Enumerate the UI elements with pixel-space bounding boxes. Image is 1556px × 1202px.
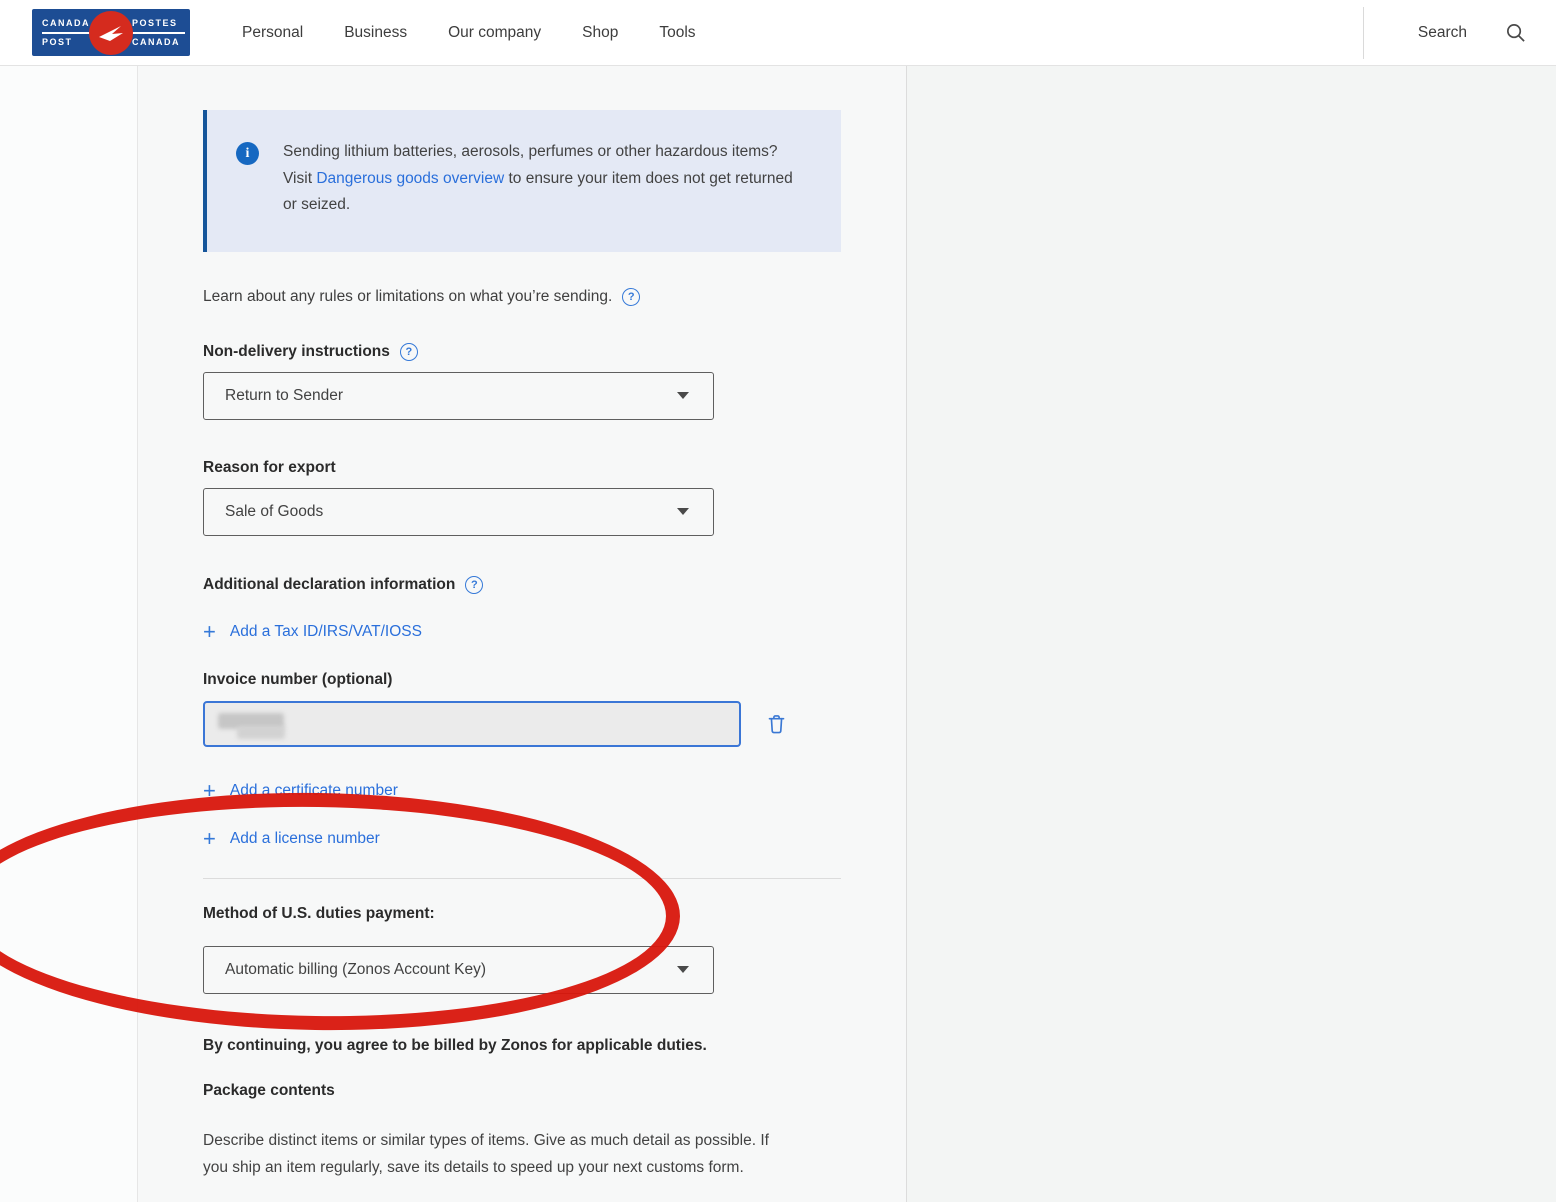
learn-rules-row: Learn about any rules or limitations on …	[203, 288, 841, 306]
left-margin	[0, 66, 138, 1202]
duties-payment-select[interactable]: Automatic billing (Zonos Account Key)	[203, 946, 714, 994]
chevron-down-icon	[677, 966, 689, 973]
additional-declaration-label: Additional declaration information	[203, 576, 455, 594]
form-panel: Sending lithium batteries, aerosols, per…	[138, 66, 907, 1202]
duties-payment-value: Automatic billing (Zonos Account Key)	[225, 961, 677, 979]
add-license-link[interactable]: Add a license number	[203, 828, 380, 850]
nav-item-business[interactable]: Business	[344, 24, 407, 42]
nav-item-personal[interactable]: Personal	[242, 24, 303, 42]
nav-item-shop[interactable]: Shop	[582, 24, 618, 42]
invoice-label: Invoice number (optional)	[203, 671, 392, 688]
logo-divider	[42, 32, 95, 34]
page: CANADA POST POSTES CANADA Personal Busin…	[0, 0, 1556, 1202]
logo-divider	[132, 32, 185, 34]
invoice-row	[203, 701, 841, 747]
plus-icon	[203, 780, 216, 802]
nav-item-our-company[interactable]: Our company	[448, 24, 541, 42]
search-button[interactable]: Search	[1390, 22, 1556, 43]
header-divider	[1363, 7, 1364, 59]
header: CANADA POST POSTES CANADA Personal Busin…	[0, 0, 1556, 66]
help-icon[interactable]	[400, 343, 418, 361]
reason-export-label-row: Reason for export	[203, 459, 841, 477]
section-divider	[203, 878, 841, 879]
duties-label-row: Method of U.S. duties payment:	[203, 905, 841, 923]
non-delivery-select[interactable]: Return to Sender	[203, 372, 714, 420]
add-certificate-link[interactable]: Add a certificate number	[203, 780, 398, 802]
canada-post-logo[interactable]: CANADA POST POSTES CANADA	[32, 9, 190, 56]
right-background	[907, 66, 1556, 1202]
add-certificate-label: Add a certificate number	[230, 782, 398, 800]
package-contents-heading: Package contents	[203, 1082, 841, 1100]
nav-item-tools[interactable]: Tools	[659, 24, 695, 42]
reason-export-label: Reason for export	[203, 459, 336, 476]
main-nav: Personal Business Our company Shop Tools	[242, 24, 696, 42]
invoice-label-row: Invoice number (optional)	[203, 671, 841, 689]
non-delivery-label-row: Non-delivery instructions	[203, 343, 841, 361]
additional-declaration-row: Additional declaration information	[203, 576, 841, 594]
canada-post-wing-icon	[89, 11, 133, 55]
logo-text-canada-fr: CANADA	[132, 35, 190, 50]
duties-payment-label: Method of U.S. duties payment:	[203, 905, 435, 922]
chevron-down-icon	[677, 508, 689, 515]
plus-icon	[203, 621, 216, 643]
dangerous-goods-link[interactable]: Dangerous goods overview	[316, 170, 504, 187]
info-icon	[236, 142, 259, 165]
redacted-value	[237, 726, 285, 739]
add-tax-id-label: Add a Tax ID/IRS/VAT/IOSS	[230, 623, 422, 641]
logo-text-postes: POSTES	[132, 16, 190, 31]
header-right: Search	[1363, 0, 1556, 65]
non-delivery-label: Non-delivery instructions	[203, 343, 390, 361]
help-icon[interactable]	[465, 576, 483, 594]
reason-export-value: Sale of Goods	[225, 503, 677, 521]
search-label: Search	[1418, 24, 1467, 42]
help-icon[interactable]	[622, 288, 640, 306]
non-delivery-value: Return to Sender	[225, 387, 677, 405]
plus-icon	[203, 828, 216, 850]
banner-text: Sending lithium batteries, aerosols, per…	[283, 139, 805, 219]
add-license-label: Add a license number	[230, 830, 380, 848]
delete-invoice-button[interactable]	[766, 712, 787, 735]
package-contents-description: Describe distinct items or similar types…	[203, 1127, 778, 1181]
main-area: Sending lithium batteries, aerosols, per…	[0, 66, 1556, 1202]
trash-icon	[766, 712, 787, 735]
add-tax-id-link[interactable]: Add a Tax ID/IRS/VAT/IOSS	[203, 621, 422, 643]
hazardous-info-banner: Sending lithium batteries, aerosols, per…	[203, 110, 841, 252]
reason-export-select[interactable]: Sale of Goods	[203, 488, 714, 536]
learn-rules-text: Learn about any rules or limitations on …	[203, 288, 612, 306]
chevron-down-icon	[677, 392, 689, 399]
form-content: Sending lithium batteries, aerosols, per…	[138, 66, 841, 1181]
zonos-agreement-text: By continuing, you agree to be billed by…	[203, 1037, 841, 1055]
search-icon	[1505, 22, 1526, 43]
invoice-number-input[interactable]	[203, 701, 741, 747]
